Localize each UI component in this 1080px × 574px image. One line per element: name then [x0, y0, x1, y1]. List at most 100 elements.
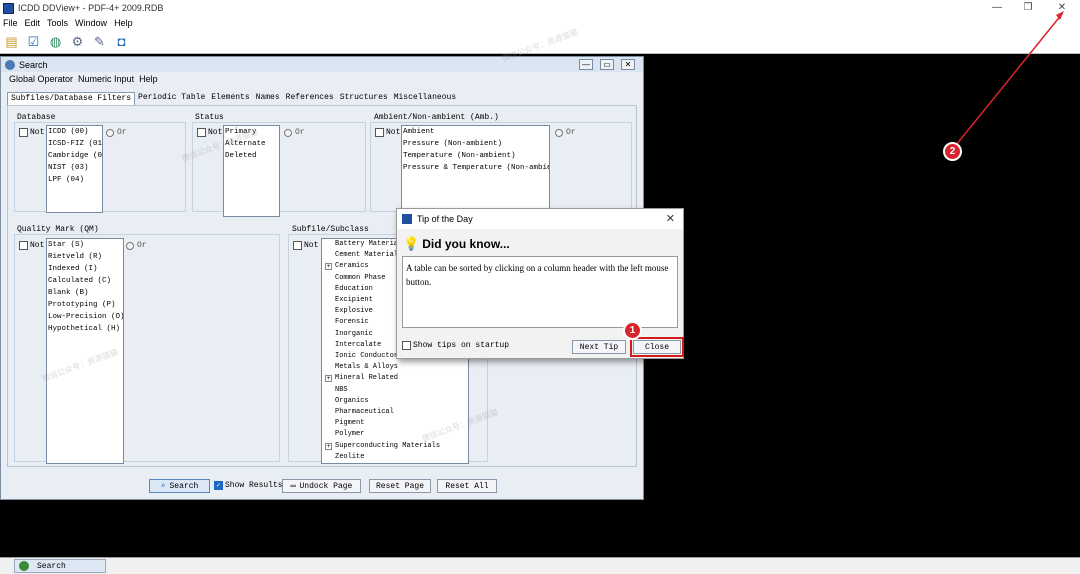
- ambient-label: Ambient/Non-ambient (Amb.): [374, 113, 499, 122]
- tip-heading: 💡 Did you know...: [403, 236, 510, 252]
- list-item[interactable]: Low-Precision (O): [48, 311, 123, 323]
- search-close-button[interactable]: ✕: [621, 59, 635, 70]
- ambient-or-radio[interactable]: Or: [555, 128, 576, 137]
- list-item[interactable]: Pressure (Non-ambient): [403, 138, 549, 150]
- search-minimize-button[interactable]: —: [579, 59, 593, 70]
- tip-close-icon[interactable]: ✕: [666, 212, 675, 225]
- show-tips-label: Show tips on startup: [413, 341, 510, 350]
- status-not-checkbox[interactable]: Not: [197, 128, 222, 137]
- database-list[interactable]: ICDD (00) ICSD-FIZ (01) Cambridge (02) N…: [46, 125, 103, 213]
- taskbar-search-item[interactable]: Search: [14, 559, 106, 573]
- tab-names[interactable]: Names: [253, 92, 283, 106]
- expand-icon[interactable]: +: [325, 375, 332, 383]
- tree-item[interactable]: Zeolite: [323, 452, 468, 463]
- menu-search-help[interactable]: Help: [139, 74, 158, 84]
- show-tips-checkbox[interactable]: Show tips on startup: [402, 341, 509, 350]
- database-not-checkbox[interactable]: Not: [19, 128, 44, 137]
- menu-help[interactable]: Help: [114, 18, 133, 28]
- list-item[interactable]: Temperature (Non-ambient): [403, 150, 549, 162]
- tree-item-label: Common Phase: [335, 273, 386, 282]
- expand-icon[interactable]: +: [325, 263, 332, 271]
- title-bar: ICDD DDView+ - PDF-4+ 2009.RDB — ❐ ✕: [0, 0, 1080, 16]
- tools-icon[interactable]: ✎: [90, 32, 109, 51]
- tree-item[interactable]: + Mineral Related: [323, 373, 468, 384]
- tree-item[interactable]: NBS: [323, 385, 468, 396]
- globe-search-icon[interactable]: ◍: [46, 32, 65, 51]
- minimize-button[interactable]: —: [983, 0, 1011, 16]
- quality-not-checkbox[interactable]: Not: [19, 241, 44, 250]
- list-item[interactable]: Indexed (I): [48, 263, 123, 275]
- tree-item-label: Mineral Related: [335, 374, 399, 383]
- search-restore-button[interactable]: ▭: [600, 59, 614, 70]
- tree-item-label: Excipient: [335, 296, 373, 305]
- list-item[interactable]: LPF (04): [48, 174, 102, 186]
- list-item[interactable]: Cambridge (02): [48, 150, 102, 162]
- list-item[interactable]: Pressure & Temperature (Non-ambient): [403, 162, 549, 174]
- close-button[interactable]: Close: [630, 337, 684, 357]
- database-or-radio[interactable]: Or: [106, 128, 127, 137]
- app-window: ICDD DDView+ - PDF-4+ 2009.RDB — ❐ ✕ Fil…: [0, 0, 1080, 574]
- tab-miscellaneous[interactable]: Miscellaneous: [391, 92, 459, 106]
- list-item[interactable]: ICDD (00): [48, 126, 102, 138]
- undock-page-button[interactable]: ▭ Undock Page: [282, 479, 361, 493]
- app-title: ICDD DDView+ - PDF-4+ 2009.RDB: [18, 3, 164, 13]
- tree-item[interactable]: Metals & Alloys: [323, 362, 468, 373]
- list-item[interactable]: ICSD-FIZ (01): [48, 138, 102, 150]
- tree-item-label: Forensic: [335, 318, 369, 327]
- ambient-list[interactable]: Ambient Pressure (Non-ambient) Temperatu…: [401, 125, 550, 213]
- list-item[interactable]: Deleted: [225, 150, 279, 162]
- reset-all-button[interactable]: Reset All: [437, 479, 497, 493]
- close-app-button[interactable]: ✕: [1048, 0, 1076, 16]
- tab-structures[interactable]: Structures: [337, 92, 391, 106]
- menu-tools[interactable]: Tools: [47, 18, 68, 28]
- list-item[interactable]: Star (S): [48, 239, 123, 251]
- list-item[interactable]: Blank (B): [48, 287, 123, 299]
- menu-edit[interactable]: Edit: [25, 18, 41, 28]
- tree-item[interactable]: Pharmaceutical: [323, 407, 468, 418]
- document-checklist-icon[interactable]: ☑: [24, 32, 43, 51]
- tab-elements[interactable]: Elements: [208, 92, 252, 106]
- not-label: Not: [30, 128, 45, 137]
- menu-window[interactable]: Window: [75, 18, 107, 28]
- search-button[interactable]: ⌕ Search: [149, 479, 210, 493]
- subfile-not-checkbox[interactable]: Not: [293, 241, 318, 250]
- ambient-not-checkbox[interactable]: Not: [375, 128, 400, 137]
- tip-dialog-title: Tip of the Day: [417, 214, 473, 224]
- taskbar-item-label: Search: [37, 561, 66, 571]
- menu-global-operator[interactable]: Global Operator: [9, 74, 73, 84]
- list-item[interactable]: Hypothetical (H): [48, 323, 123, 335]
- main-menu-bar: File Edit Tools Window Help: [0, 16, 1080, 30]
- tree-item[interactable]: + Superconducting Materials: [323, 441, 468, 452]
- tree-item-label: Pigment: [335, 419, 365, 428]
- reset-page-button[interactable]: Reset Page: [369, 479, 431, 493]
- status-or-radio[interactable]: Or: [284, 128, 305, 137]
- tree-item[interactable]: Organics: [323, 396, 468, 407]
- list-item[interactable]: Prototyping (P): [48, 299, 123, 311]
- show-results-checkbox[interactable]: ✓ Show Results: [214, 481, 283, 490]
- app-icon: [402, 214, 412, 224]
- tip-of-the-day-dialog: Tip of the Day ✕ 💡 Did you know... A tab…: [396, 208, 684, 359]
- open-database-icon[interactable]: ▤: [2, 32, 21, 51]
- list-item[interactable]: Calculated (C): [48, 275, 123, 287]
- maximize-button[interactable]: ❐: [1014, 0, 1042, 16]
- settings-icon[interactable]: ⚙: [68, 32, 87, 51]
- not-label: Not: [304, 241, 319, 250]
- tree-item-label: Polymer: [335, 430, 365, 439]
- annotation-badge-1: 1: [623, 321, 642, 340]
- tab-periodic-table[interactable]: Periodic Table: [135, 92, 208, 106]
- list-item[interactable]: Ambient: [403, 126, 549, 138]
- list-item[interactable]: Rietveld (R): [48, 251, 123, 263]
- tip-text: A table can be sorted by clicking on a c…: [402, 256, 678, 328]
- tab-subfiles[interactable]: Subfiles/Database Filters: [7, 92, 136, 106]
- next-tip-button[interactable]: Next Tip: [572, 340, 626, 354]
- menu-numeric-input[interactable]: Numeric Input: [78, 74, 134, 84]
- menu-file[interactable]: File: [3, 18, 18, 28]
- or-label: Or: [566, 128, 576, 137]
- list-item[interactable]: NIST (03): [48, 162, 102, 174]
- tree-item-label: Zeolite: [335, 452, 365, 461]
- camera-icon[interactable]: ◘: [112, 32, 131, 51]
- quality-or-radio[interactable]: Or: [126, 241, 147, 250]
- search-menu-bar: Global Operator Numeric Input Help: [1, 72, 643, 86]
- expand-icon[interactable]: +: [325, 442, 332, 450]
- tab-references[interactable]: References: [283, 92, 337, 106]
